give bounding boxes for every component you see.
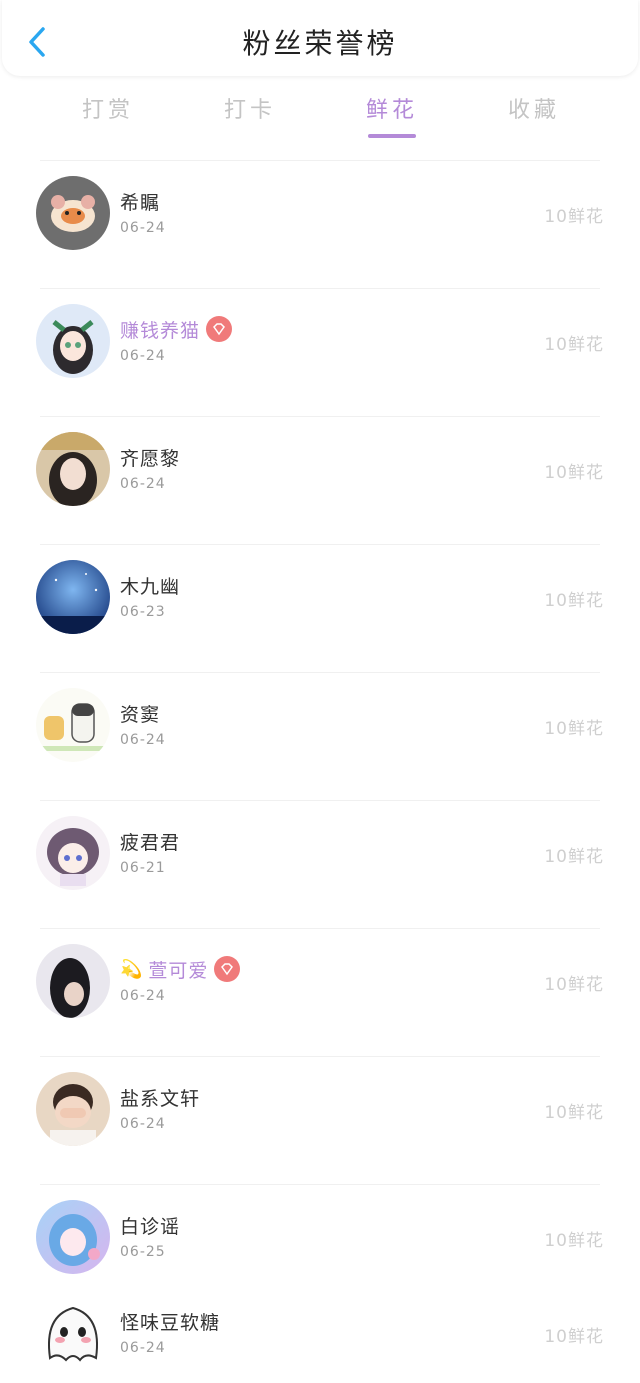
gift-amount: 10鲜花 [544, 591, 604, 611]
fan-name: 赚钱养猫 [120, 319, 201, 342]
list-item[interactable]: 齐愿黎 06-24 10鲜花 [0, 416, 640, 544]
gift-amount: 10鲜花 [544, 719, 604, 739]
night-sky-avatar[interactable] [36, 560, 110, 634]
divider [40, 928, 600, 929]
gift-amount: 10鲜花 [544, 847, 604, 867]
fan-name: 希瞩 [120, 191, 161, 214]
list-item[interactable]: 怪味豆软糖 06-24 10鲜花 [0, 1280, 640, 1383]
fan-date: 06-24 [120, 348, 166, 364]
fan-date: 06-21 [120, 860, 166, 876]
tab-label: 打赏 [81, 98, 134, 123]
fan-date: 06-24 [120, 220, 166, 236]
divider [40, 288, 600, 289]
tab-checkin[interactable]: 打卡 [190, 92, 310, 124]
tab-bar: 打赏 打卡 鲜花 收藏 [0, 92, 640, 144]
fan-date: 06-24 [120, 732, 166, 748]
page-title: 粉丝荣誉榜 [242, 27, 398, 60]
gift-amount: 10鲜花 [544, 335, 604, 355]
diamond-badge-icon [206, 316, 233, 342]
fan-date: 06-23 [120, 604, 166, 620]
girl-photo-avatar[interactable] [36, 944, 110, 1018]
fan-name: 资窦 [120, 703, 161, 726]
gift-amount: 10鲜花 [544, 207, 604, 227]
tab-label: 鲜花 [365, 98, 418, 123]
cats-avatar[interactable] [36, 688, 110, 762]
list-item[interactable]: 资窦 06-24 10鲜花 [0, 672, 640, 800]
list-item[interactable]: 赚钱养猫 06-24 10鲜花 [0, 288, 640, 416]
app-header: 粉丝荣誉榜 [2, 0, 638, 76]
divider [40, 1056, 600, 1057]
fan-name: 怪味豆软糖 [120, 1311, 221, 1334]
tab-tips[interactable]: 打赏 [48, 92, 168, 124]
fan-date: 06-24 [120, 1340, 166, 1356]
fan-date: 06-24 [120, 476, 166, 492]
gift-amount: 10鲜花 [544, 1231, 604, 1251]
fan-name: 木九幽 [120, 575, 181, 598]
divider [40, 160, 600, 161]
sparkle-icon: 💫 [120, 958, 143, 980]
gift-amount: 10鲜花 [544, 1327, 604, 1347]
list-item[interactable]: 希瞩 06-24 10鲜花 [0, 160, 640, 288]
tab-indicator [368, 134, 416, 138]
list-item[interactable]: 木九幽 06-23 10鲜花 [0, 544, 640, 672]
divider [40, 672, 600, 673]
child-photo-avatar[interactable] [36, 1072, 110, 1146]
gift-amount: 10鲜花 [544, 975, 604, 995]
list-item[interactable]: 疲君君 06-21 10鲜花 [0, 800, 640, 928]
fan-name: 白诊谣 [120, 1215, 181, 1238]
fan-name: 萱可爱 [148, 959, 209, 982]
gift-amount: 10鲜花 [544, 1103, 604, 1123]
divider [40, 800, 600, 801]
hamster-avatar[interactable] [36, 176, 110, 250]
tab-favorites[interactable]: 收藏 [474, 92, 594, 124]
list-item[interactable]: 💫 萱可爱 06-24 10鲜花 [0, 928, 640, 1056]
fan-date: 06-25 [120, 1244, 166, 1260]
list-item[interactable]: 盐系文轩 06-24 10鲜花 [0, 1056, 640, 1184]
tab-label: 打卡 [223, 98, 276, 123]
anime-boy-avatar[interactable] [36, 816, 110, 890]
ghost-avatar[interactable] [36, 1296, 110, 1370]
divider [40, 1184, 600, 1185]
photo-avatar[interactable] [36, 432, 110, 506]
anime-girl-avatar[interactable] [36, 304, 110, 378]
fan-name: 齐愿黎 [120, 447, 181, 470]
diamond-badge-icon [214, 956, 241, 982]
divider [40, 416, 600, 417]
blue-anime-avatar[interactable] [36, 1200, 110, 1274]
tab-flowers[interactable]: 鲜花 [332, 92, 452, 138]
tab-label: 收藏 [507, 98, 560, 123]
fan-date: 06-24 [120, 1116, 166, 1132]
fan-date: 06-24 [120, 988, 166, 1004]
divider [40, 544, 600, 545]
fan-name: 盐系文轩 [120, 1087, 201, 1110]
gift-amount: 10鲜花 [544, 463, 604, 483]
fan-name: 疲君君 [120, 831, 181, 854]
